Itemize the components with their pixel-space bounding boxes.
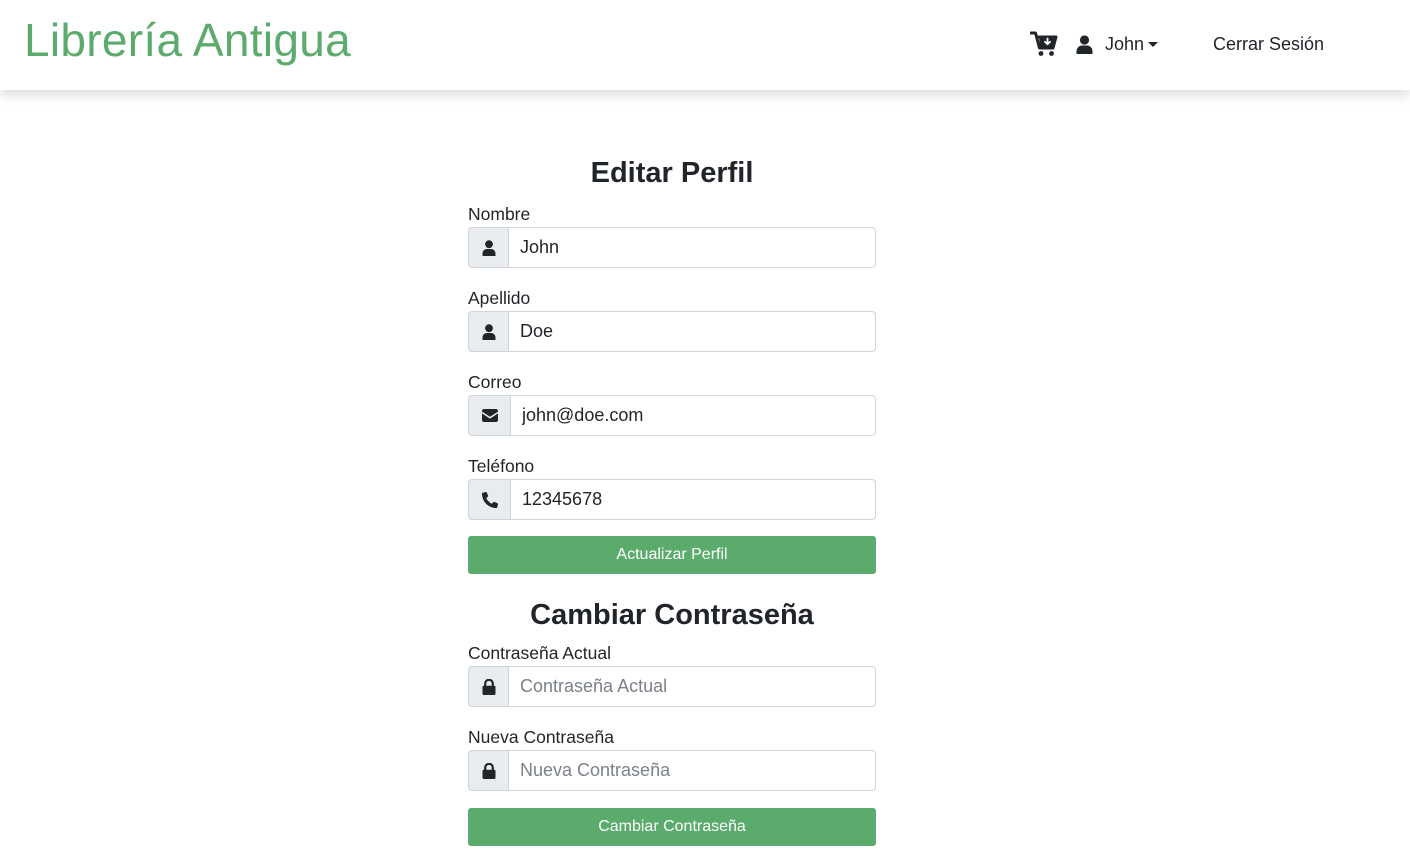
user-dropdown[interactable]: John [1076,32,1159,56]
last-name-input[interactable] [508,311,876,352]
user-icon [468,311,508,352]
phone-group: Teléfono [468,455,876,520]
email-input[interactable] [510,395,876,436]
caret-down-icon [1148,42,1159,47]
current-password-group: Contraseña Actual [468,642,876,707]
phone-input[interactable] [510,479,876,520]
user-icon [1076,34,1093,54]
email-group: Correo [468,371,876,436]
lock-icon [468,750,508,791]
first-name-group: Nombre [468,203,876,268]
last-name-label: Apellido [468,288,531,308]
cart-plus-icon[interactable] [1029,31,1058,57]
change-password-title: Cambiar Contraseña [530,599,814,631]
first-name-input[interactable] [508,227,876,268]
first-name-label: Nombre [468,204,531,224]
new-password-input[interactable] [508,750,876,791]
new-password-group: Nueva Contraseña [468,726,876,791]
edit-profile-title: Editar Perfil [590,157,754,189]
current-password-input[interactable] [508,666,876,707]
username-label: John [1105,33,1145,54]
last-name-group: Apellido [468,287,876,352]
phone-label: Teléfono [468,456,535,476]
navbar: Librería Antigua John Cerrar Sesión [0,0,1410,90]
brand-logo[interactable]: Librería Antigua [24,12,351,68]
first-name-input-group [468,227,876,268]
new-password-label: Nueva Contraseña [468,727,614,747]
envelope-icon [468,395,510,436]
email-input-group [468,395,876,436]
lock-icon [468,666,508,707]
phone-input-group [468,479,876,520]
change-password-button[interactable]: Cambiar Contraseña [468,808,876,846]
update-profile-button[interactable]: Actualizar Perfil [468,536,876,574]
current-password-label: Contraseña Actual [468,643,612,663]
email-label: Correo [468,372,522,392]
new-password-input-group [468,750,876,791]
current-password-input-group [468,666,876,707]
logout-link[interactable]: Cerrar Sesión [1213,32,1324,56]
last-name-input-group [468,311,876,352]
phone-icon [468,479,510,520]
user-icon [468,227,508,268]
